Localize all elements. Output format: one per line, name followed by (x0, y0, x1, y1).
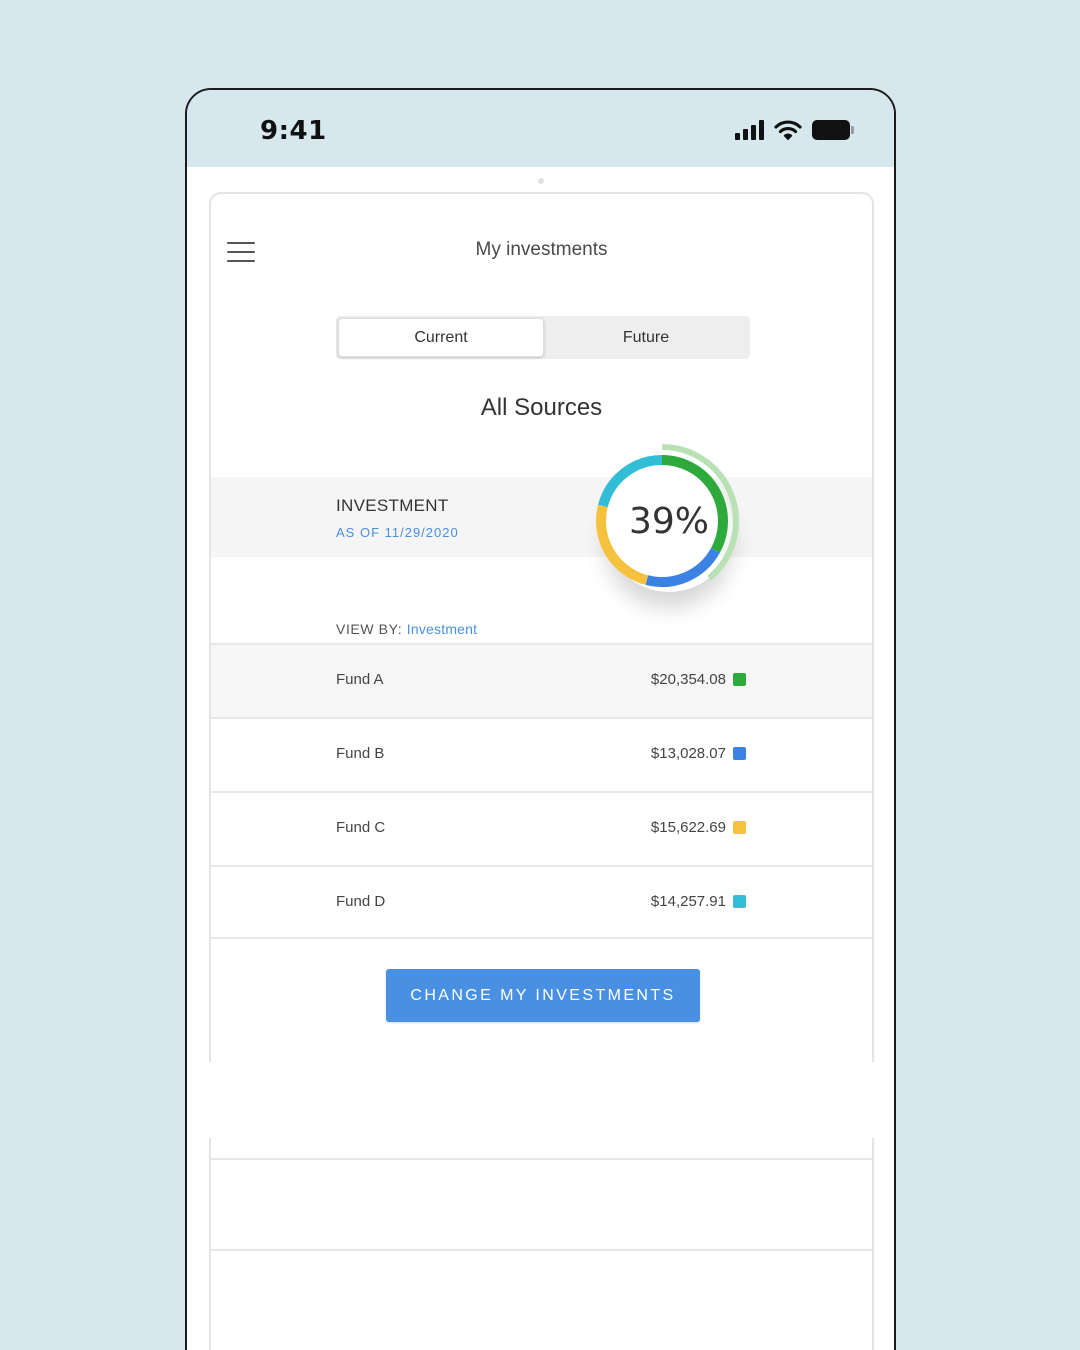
fund-name: Fund D (336, 893, 386, 910)
fund-name: Fund C (336, 819, 386, 836)
cellular-signal-icon (735, 120, 764, 140)
status-icons (735, 118, 854, 142)
wifi-icon (774, 120, 802, 140)
page-title: My investments (475, 239, 608, 260)
investment-summary-band (211, 477, 872, 557)
investments-card: My investments Current Future All Source… (209, 192, 874, 1062)
battery-icon (812, 120, 854, 140)
fund-value: $20,354.08 (650, 671, 726, 688)
fund-row-d[interactable]: Fund D $14,257.91 (211, 865, 872, 939)
fund-value: $15,622.69 (650, 819, 726, 836)
tab-current[interactable]: Current (338, 318, 544, 357)
divider (211, 1158, 872, 1160)
fund-name: Fund B (336, 745, 385, 762)
tab-future[interactable]: Future (544, 318, 748, 357)
fund-name: Fund A (336, 671, 384, 688)
fund-list: Fund A $20,354.08 Fund B $13,028.07 Fund… (211, 643, 872, 939)
fund-color-swatch (733, 895, 746, 908)
investment-label: INVESTMENT (336, 496, 449, 515)
section-title: All Sources (480, 394, 603, 421)
fund-color-swatch (733, 673, 746, 686)
status-time: 9:41 (260, 116, 327, 146)
view-by-link[interactable]: Investment (407, 621, 477, 637)
fund-color-swatch (733, 821, 746, 834)
phone-frame: 9:41 My investments Current Future All S… (185, 88, 896, 1350)
investment-donut-chart: 39% (591, 434, 761, 604)
fund-row-b[interactable]: Fund B $13,028.07 (211, 717, 872, 791)
fund-value: $14,257.91 (650, 893, 726, 910)
fund-color-swatch (733, 747, 746, 760)
card-lower-section (209, 1138, 874, 1350)
fund-value: $13,028.07 (650, 745, 726, 762)
view-by-label: VIEW BY: (336, 621, 403, 637)
divider (211, 1249, 872, 1251)
view-by: VIEW BY: Investment (336, 621, 477, 637)
investment-as-of-date: AS OF 11/29/2020 (336, 525, 459, 540)
fund-row-c[interactable]: Fund C $15,622.69 (211, 791, 872, 865)
donut-percent: 39% (628, 500, 709, 542)
sheet-grabber (538, 178, 544, 184)
change-my-investments-button[interactable]: CHANGE MY INVESTMENTS (386, 969, 700, 1022)
status-bar: 9:41 (187, 90, 894, 167)
fund-row-a[interactable]: Fund A $20,354.08 (211, 643, 872, 717)
current-future-toggle: Current Future (336, 316, 750, 359)
